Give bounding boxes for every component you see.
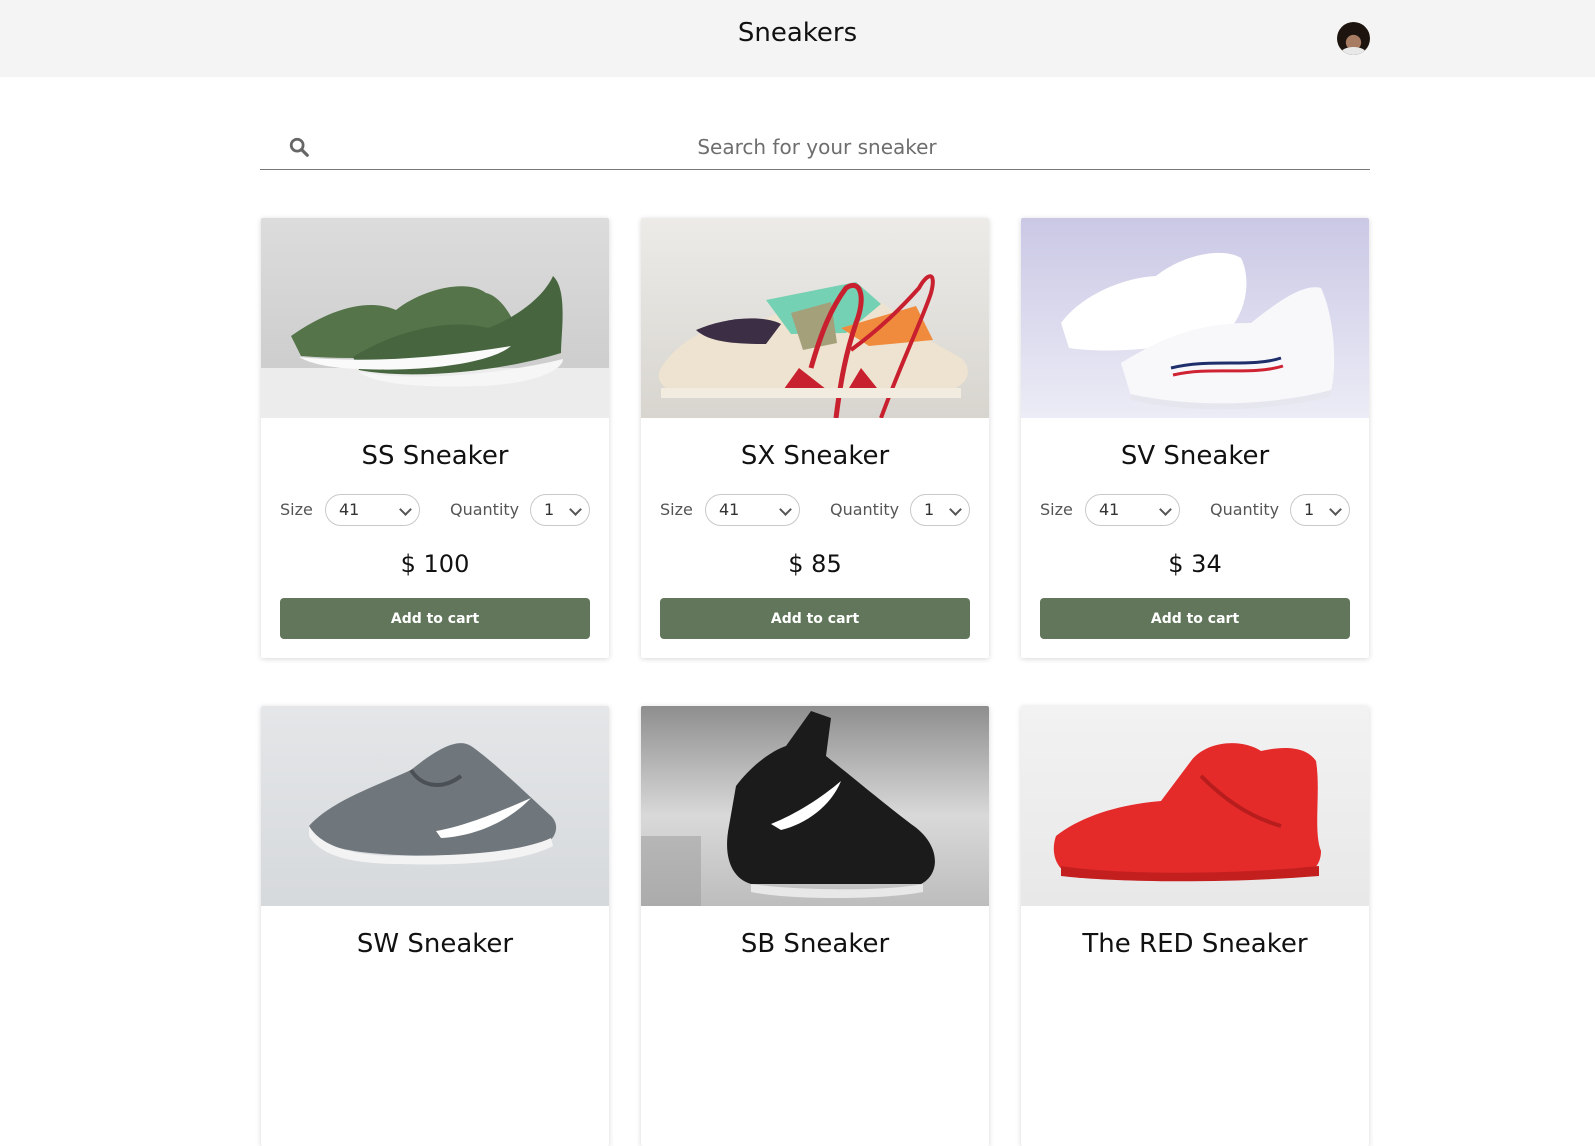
add-to-cart-button[interactable]: Add to cart — [1040, 598, 1350, 639]
quantity-label: Quantity — [830, 500, 900, 519]
quantity-value: 1 — [544, 500, 555, 519]
chevron-down-icon — [1159, 503, 1172, 516]
product-price: $ 85 — [788, 550, 842, 578]
chevron-down-icon — [949, 503, 962, 516]
product-grid: SS Sneaker Size 41 Quantity 1 $ 100 Add … — [261, 218, 1369, 1146]
product-options: Size 41 Quantity 1 — [280, 494, 590, 528]
product-card: The RED Sneaker — [1021, 706, 1369, 1146]
chevron-down-icon — [1329, 503, 1342, 516]
add-to-cart-button[interactable]: Add to cart — [660, 598, 970, 639]
product-card: SB Sneaker — [641, 706, 989, 1146]
size-select[interactable]: 41 — [1085, 494, 1180, 526]
chevron-down-icon — [569, 503, 582, 516]
product-name: The RED Sneaker — [1082, 929, 1308, 959]
quantity-label: Quantity — [1210, 500, 1280, 519]
product-card: SV Sneaker Size 41 Quantity 1 $ 34 Add t… — [1021, 218, 1369, 658]
product-options: Size 41 Quantity 1 — [1040, 494, 1350, 528]
product-name: SS Sneaker — [361, 441, 509, 471]
quantity-label: Quantity — [450, 500, 520, 519]
size-value: 41 — [719, 500, 740, 519]
quantity-select[interactable]: 1 — [1290, 494, 1350, 526]
product-image — [1021, 706, 1369, 906]
search-icon[interactable] — [288, 136, 310, 158]
add-to-cart-button[interactable]: Add to cart — [280, 598, 590, 639]
top-bar: Sneakers — [0, 0, 1595, 77]
user-avatar[interactable] — [1337, 22, 1370, 55]
product-image — [261, 218, 609, 418]
search-input[interactable] — [330, 129, 1304, 165]
size-value: 41 — [339, 500, 360, 519]
chevron-down-icon — [399, 503, 412, 516]
product-image — [261, 706, 609, 906]
size-value: 41 — [1099, 500, 1120, 519]
product-card: SX Sneaker Size 41 Quantity 1 $ 85 Add t… — [641, 218, 989, 658]
chevron-down-icon — [779, 503, 792, 516]
size-label: Size — [280, 500, 313, 519]
size-select[interactable]: 41 — [705, 494, 800, 526]
quantity-select[interactable]: 1 — [530, 494, 590, 526]
size-label: Size — [660, 500, 693, 519]
quantity-select[interactable]: 1 — [910, 494, 970, 526]
size-label: Size — [1040, 500, 1073, 519]
search-bar — [260, 127, 1370, 170]
quantity-value: 1 — [1304, 500, 1315, 519]
product-price: $ 34 — [1168, 550, 1222, 578]
product-image — [1021, 218, 1369, 418]
product-image — [641, 218, 989, 418]
product-name: SB Sneaker — [740, 929, 890, 959]
size-select[interactable]: 41 — [325, 494, 420, 526]
product-name: SV Sneaker — [1120, 441, 1270, 471]
product-name: SW Sneaker — [356, 929, 514, 959]
product-price: $ 100 — [400, 550, 470, 578]
product-name: SX Sneaker — [740, 441, 890, 471]
quantity-value: 1 — [924, 500, 935, 519]
product-options: Size 41 Quantity 1 — [660, 494, 970, 528]
product-image — [641, 706, 989, 906]
product-card: SW Sneaker — [261, 706, 609, 1146]
product-card: SS Sneaker Size 41 Quantity 1 $ 100 Add … — [261, 218, 609, 658]
